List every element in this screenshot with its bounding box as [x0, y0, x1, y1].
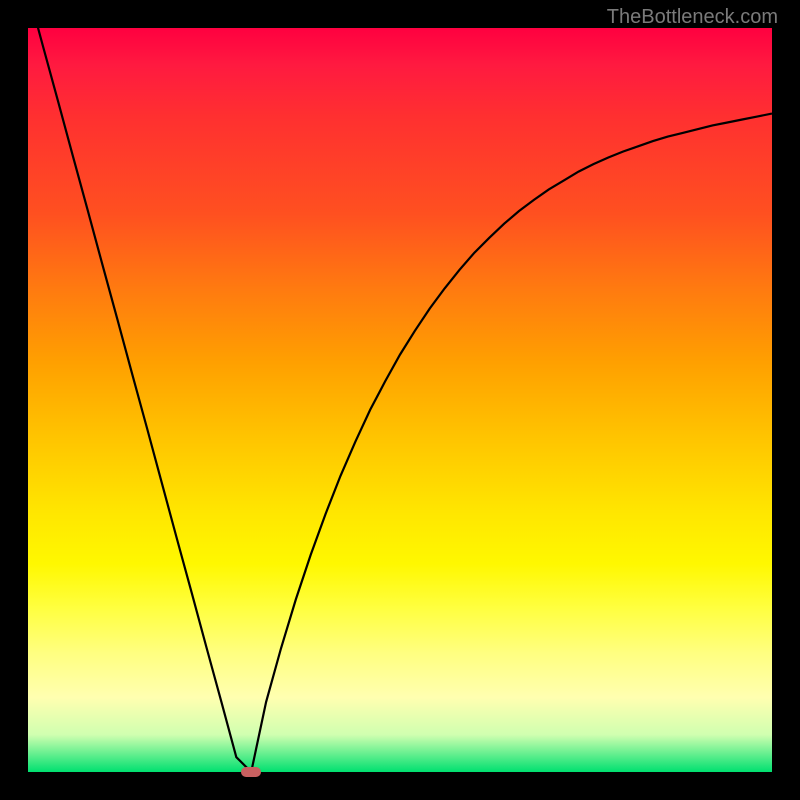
watermark-text: TheBottleneck.com [607, 6, 778, 29]
curve-layer [28, 28, 772, 772]
bottleneck-curve [28, 28, 772, 772]
chart-container: TheBottleneck.com [0, 0, 800, 800]
plot-area [28, 28, 772, 772]
optimal-marker [241, 767, 261, 777]
